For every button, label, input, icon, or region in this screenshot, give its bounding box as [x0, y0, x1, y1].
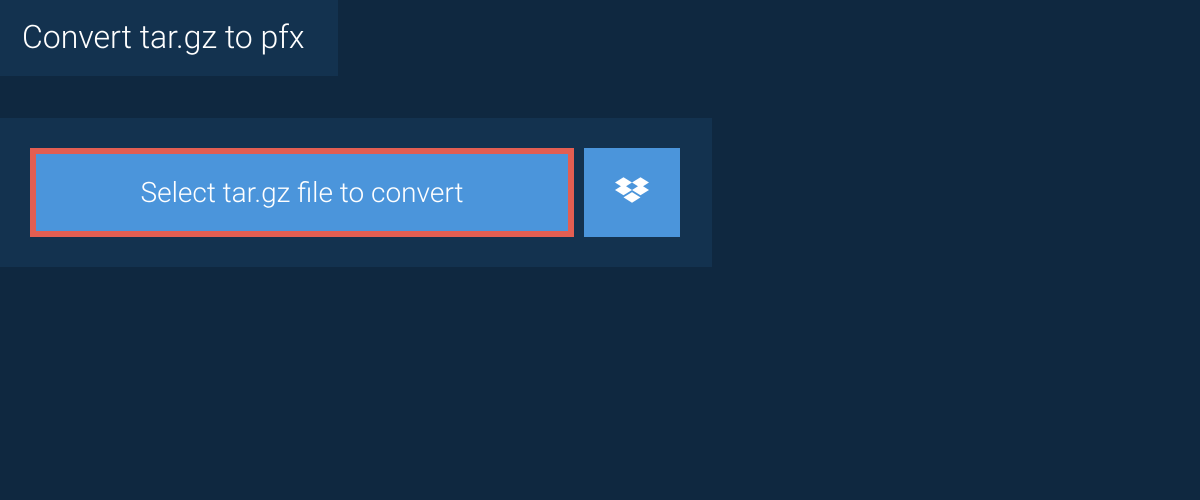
upload-panel: Select tar.gz file to convert — [0, 118, 712, 267]
select-file-label: Select tar.gz file to convert — [141, 176, 464, 209]
select-file-button[interactable]: Select tar.gz file to convert — [30, 148, 574, 237]
dropbox-upload-button[interactable] — [584, 148, 680, 237]
page-title-tab: Convert tar.gz to pfx — [0, 0, 338, 76]
page-title: Convert tar.gz to pfx — [22, 18, 304, 56]
dropbox-icon — [615, 174, 649, 211]
